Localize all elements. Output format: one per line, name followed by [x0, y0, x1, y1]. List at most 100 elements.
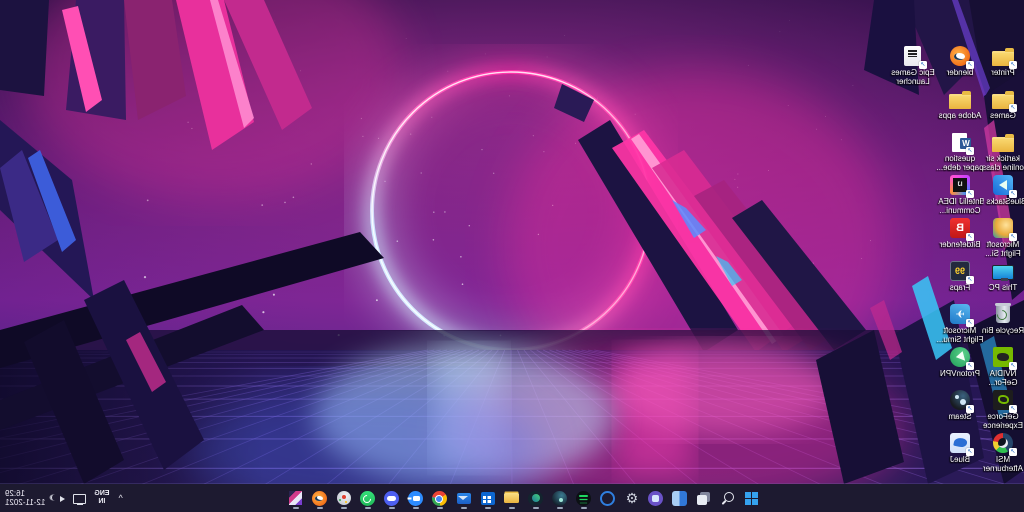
word-document-icon: W: [948, 130, 972, 154]
desktop-icon-recycle-bin[interactable]: Recycle Bin: [982, 302, 1024, 345]
shortcut-arrow-icon: [966, 319, 974, 327]
desktop-icon-bitdefender[interactable]: B Bitdefender: [938, 216, 982, 259]
shortcut-arrow-icon: [966, 190, 974, 198]
shortcut-arrow-icon: [966, 362, 974, 370]
molecule-app-icon[interactable]: [334, 486, 354, 510]
airplane-icon: ✈: [948, 302, 972, 326]
blender-taskbar-icon[interactable]: [310, 486, 330, 510]
protonvpn-icon: [948, 345, 972, 369]
shortcut-arrow-icon: [966, 233, 974, 241]
language-indicator[interactable]: ENG IN: [94, 490, 109, 506]
mail-icon[interactable]: [454, 486, 474, 510]
desktop-icon-adobe-apps[interactable]: Adobe apps: [938, 87, 982, 130]
shortcut-arrow-icon: [966, 448, 974, 456]
protonvpn-taskbar-icon[interactable]: [526, 486, 546, 510]
shortcut-arrow-icon: [966, 61, 974, 69]
desktop-icon-geforce-experience[interactable]: GeForce Experience: [982, 388, 1024, 431]
shortcut-arrow-icon: [1009, 362, 1017, 370]
gauge-icon: [991, 431, 1015, 455]
intellij-icon: IJ: [948, 173, 972, 197]
icon-label: IntelliJ IDEA Communi...: [934, 197, 986, 215]
icon-label: ProtonVPN: [934, 369, 986, 378]
desktop-screen: Printer Games kartick sir online class B…: [0, 0, 1024, 512]
icon-label: Adobe apps: [934, 111, 986, 120]
shortcut-arrow-icon: [1009, 405, 1017, 413]
desktop-icon-printer[interactable]: Printer: [982, 44, 1024, 87]
task-view-icon[interactable]: [694, 486, 714, 510]
language-line1: ENG: [94, 490, 109, 498]
desktop-icon-bluej[interactable]: BlueJ: [938, 431, 982, 474]
pixel-game-app-icon[interactable]: [286, 486, 306, 510]
microsoft-store-icon[interactable]: [478, 486, 498, 510]
desktop-icon-blender[interactable]: blender: [938, 44, 982, 87]
spotify-icon[interactable]: [574, 486, 594, 510]
settings-gear-icon[interactable]: [622, 486, 642, 510]
chrome-icon[interactable]: [430, 486, 450, 510]
desktop-icon-games[interactable]: Games: [982, 87, 1024, 130]
start-button[interactable]: [742, 486, 762, 510]
desktop-icon-microsoft-flight-simu[interactable]: ✈ Microsoft Flight Simu...: [938, 302, 982, 345]
epic-games-icon: [901, 44, 925, 68]
shortcut-arrow-icon: [1009, 61, 1017, 69]
icon-label: Bitdefender: [934, 240, 986, 249]
geforce-icon: [991, 388, 1015, 412]
bluej-icon: [948, 431, 972, 455]
clock-date: 12-11-2021: [5, 498, 45, 507]
icon-label: Epic Games Launcher: [887, 68, 939, 86]
wallpaper-neon-circle: [0, 0, 1024, 484]
shortcut-arrow-icon: [919, 61, 927, 69]
desktop-icon-epic-games-launcher[interactable]: Epic Games Launcher: [888, 44, 938, 87]
shortcut-arrow-icon: [966, 147, 974, 155]
shortcut-arrow-icon: [966, 405, 974, 413]
system-tray: ^ ENG IN 16:29 12-11-2021: [5, 484, 125, 512]
network-icon[interactable]: [73, 491, 87, 505]
whatsapp-icon[interactable]: [358, 486, 378, 510]
folder-icon: [948, 87, 972, 111]
language-line2: IN: [98, 498, 105, 506]
desktop-icon-grid: Printer Games kartick sir online class B…: [884, 44, 1024, 484]
icon-label: BlueJ: [934, 455, 986, 464]
hidden-icons-chevron[interactable]: ^: [117, 493, 125, 503]
desktop-icon-steam[interactable]: Steam: [938, 388, 982, 431]
discord-icon[interactable]: [382, 486, 402, 510]
steam-icon: [948, 388, 972, 412]
shortcut-arrow-icon: [1009, 448, 1017, 456]
icon-label: question paper debe...: [934, 154, 986, 172]
desktop-icon-intellij-idea[interactable]: IJ IntelliJ IDEA Communi...: [938, 173, 982, 216]
recycle-bin-icon: [991, 302, 1015, 326]
steam-taskbar-icon[interactable]: [550, 486, 570, 510]
folder-icon: [991, 130, 1015, 154]
icon-label: Microsoft Flight Simu...: [934, 326, 986, 344]
taskbar-pinned-icons: [286, 484, 762, 512]
desktop-icon-kartick-sir-online-class[interactable]: kartick sir online class: [982, 130, 1024, 173]
folder-icon: [991, 44, 1015, 68]
desktop-icon-nvidia-gefor[interactable]: NVIDIA GeFor...: [982, 345, 1024, 388]
blue-ring-app-icon[interactable]: [598, 486, 618, 510]
desktop-icon-fraps[interactable]: 99 Fraps: [938, 259, 982, 302]
desktop-icon-protonvpn[interactable]: ProtonVPN: [938, 345, 982, 388]
search-icon[interactable]: [718, 486, 738, 510]
desktop-icon-bluestacks-5[interactable]: BlueStacks 5: [982, 173, 1024, 216]
volume-icon[interactable]: [52, 491, 66, 505]
desktop-icon-column-2: blender Adobe apps W question paper debe…: [938, 44, 982, 474]
desktop-icon-this-pc[interactable]: This PC: [982, 259, 1024, 302]
bluestacks-icon: [991, 173, 1015, 197]
blender-icon: [948, 44, 972, 68]
desktop-icon-msi-afterburner[interactable]: MSI Afterburner: [982, 431, 1024, 474]
desktop-icon-question-paper[interactable]: W question paper debe...: [938, 130, 982, 173]
camera-app-icon[interactable]: [646, 486, 666, 510]
fraps-icon: 99: [948, 259, 972, 283]
clock[interactable]: 16:29 12-11-2021: [5, 489, 45, 507]
icon-label: Fraps: [934, 283, 986, 292]
bitdefender-icon: B: [948, 216, 972, 240]
icon-label: blender: [934, 68, 986, 77]
zoom-app-icon[interactable]: [406, 486, 426, 510]
shortcut-arrow-icon: [1009, 233, 1017, 241]
desktop-icon-microsoft-flight-si[interactable]: Microsoft Flight Si...: [982, 216, 1024, 259]
widgets-icon[interactable]: [670, 486, 690, 510]
file-explorer-icon[interactable]: [502, 486, 522, 510]
shortcut-arrow-icon: [1009, 190, 1017, 198]
desktop-icon-column-3: Epic Games Launcher: [888, 44, 938, 87]
clock-time: 16:29: [5, 489, 25, 498]
desktop-icon-column-1: Printer Games kartick sir online class B…: [982, 44, 1024, 474]
